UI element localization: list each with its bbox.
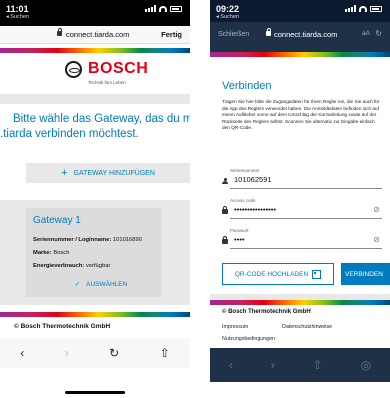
home-indicator bbox=[270, 391, 330, 394]
footer-color-stripe bbox=[0, 312, 190, 317]
footer-copyright: © Bosch Thermotechnik GmbH bbox=[14, 323, 111, 330]
checkmark-icon: ✓ bbox=[74, 281, 81, 288]
field-label: Passwort bbox=[230, 228, 249, 233]
password-field[interactable]: Passwort •••• ⊘ bbox=[222, 228, 382, 250]
connect-button[interactable]: VERBINDEN bbox=[341, 263, 390, 285]
field-label: Access code bbox=[230, 198, 256, 203]
hide-password-icon[interactable]: ⊘ bbox=[373, 205, 380, 214]
status-indicators bbox=[145, 5, 182, 12]
back-arrow-icon[interactable]: ‹ bbox=[20, 346, 24, 360]
terms-link[interactable]: Nutzungsbedingungen bbox=[222, 336, 275, 342]
lock-icon bbox=[222, 236, 228, 246]
access-code-field[interactable]: Access code •••••••••••••••• ⊘ bbox=[222, 198, 382, 220]
battery-icon bbox=[370, 5, 382, 12]
serial-value: 101016890 bbox=[112, 237, 142, 243]
brand-row: Marke: Bosch bbox=[33, 250, 69, 256]
signal-icon bbox=[345, 5, 356, 12]
user-icon bbox=[222, 176, 228, 186]
gray-divider bbox=[0, 94, 190, 104]
forward-arrow-icon[interactable]: › bbox=[65, 346, 69, 360]
back-to-app-link[interactable]: ◂ Suchen bbox=[6, 14, 29, 20]
compass-icon[interactable]: ◎ bbox=[361, 358, 371, 372]
plus-icon: + bbox=[61, 167, 68, 179]
bosch-armature-icon bbox=[65, 60, 82, 78]
battery-icon bbox=[170, 5, 182, 12]
wifi-icon bbox=[159, 5, 167, 12]
brand-color-stripe bbox=[0, 48, 190, 53]
screenshot-stage: 11:01 ◂ Suchen connect.tiarda.com Fertig… bbox=[0, 0, 390, 398]
serial-row: Seriennummer / Loginname: 101016890 bbox=[33, 237, 142, 243]
page-title: Verbinden bbox=[222, 80, 272, 92]
heading-line-1: Bitte wähle das Gateway, das du mit bbox=[13, 113, 190, 125]
serial-number-field[interactable]: Seriennummer 101062591 bbox=[222, 168, 382, 190]
footer-copyright: © Bosch Thermotechnik GmbH bbox=[222, 309, 311, 315]
url-text[interactable]: connect.tiarda.com bbox=[66, 30, 129, 39]
serial-label: Seriennummer / Loginname: bbox=[33, 237, 112, 243]
brand-label: Marke: bbox=[33, 250, 52, 256]
qr-code-icon bbox=[312, 269, 322, 279]
footer-color-stripe bbox=[210, 300, 390, 305]
privacy-link[interactable]: Datenschutzhinweise bbox=[282, 324, 332, 330]
wifi-icon bbox=[359, 5, 367, 12]
status-time: 11:01 bbox=[6, 4, 29, 14]
left-phone-screen: 11:01 ◂ Suchen connect.tiarda.com Fertig… bbox=[0, 0, 190, 398]
page-heading: Bitte wähle das Gateway, das du mit .tia… bbox=[0, 112, 190, 142]
brand-color-stripe bbox=[210, 52, 390, 57]
lock-icon bbox=[57, 28, 62, 36]
back-arrow-icon[interactable]: ‹ bbox=[229, 358, 233, 372]
select-label: AUSWÄHLEN bbox=[86, 280, 128, 288]
brand-tagline: Technik fürs Leben bbox=[88, 80, 126, 85]
text-size-button[interactable]: aA bbox=[362, 30, 370, 37]
home-indicator bbox=[65, 391, 125, 394]
reload-icon[interactable]: ↻ bbox=[109, 346, 119, 360]
forward-arrow-icon[interactable]: › bbox=[271, 358, 275, 372]
lock-icon bbox=[222, 206, 228, 216]
bosch-logo: BOSCH bbox=[65, 60, 148, 78]
url-text[interactable]: connect.tiarda.com bbox=[274, 30, 337, 39]
energy-row: Energieverbrauch: verfügbar bbox=[33, 263, 110, 269]
upload-qr-code-button[interactable]: QR-CODE HOCHLADEN bbox=[222, 263, 334, 285]
back-to-app-link[interactable]: ◂ Suchen bbox=[216, 14, 239, 20]
field-underline bbox=[230, 188, 382, 189]
imprint-link[interactable]: Impressum bbox=[222, 324, 248, 330]
browser-toolbar: ‹ › ↻ ⇧ bbox=[0, 338, 190, 368]
brand-value: Bosch bbox=[53, 250, 70, 256]
hide-password-icon[interactable]: ⊘ bbox=[373, 235, 380, 244]
field-underline bbox=[230, 248, 382, 249]
done-button[interactable]: Fertig bbox=[161, 30, 182, 39]
share-icon[interactable]: ⇧ bbox=[313, 358, 323, 372]
reload-icon[interactable]: ↻ bbox=[375, 29, 382, 38]
browser-url-bar[interactable]: connect.tiarda.com Fertig bbox=[0, 26, 190, 44]
right-phone-screen: 09:22 ◂ Suchen Schließen connect.tiarda.… bbox=[210, 0, 390, 398]
browser-toolbar: ‹ › ⇧ ◎ bbox=[210, 348, 390, 382]
field-value[interactable]: 101062591 bbox=[234, 175, 272, 184]
field-value[interactable]: •••••••••••••••• bbox=[234, 205, 276, 214]
share-icon[interactable]: ⇧ bbox=[160, 346, 170, 360]
status-time: 09:22 bbox=[216, 4, 240, 14]
signal-icon bbox=[145, 5, 156, 12]
energy-label: Energieverbrauch: bbox=[33, 263, 85, 269]
heading-line-2: .tiarda verbinden möchtest. bbox=[0, 128, 139, 140]
add-gateway-label: GATEWAY HINZUFÜGEN bbox=[73, 169, 155, 177]
add-gateway-button[interactable]: + GATEWAY HINZUFÜGEN bbox=[26, 163, 190, 183]
field-value[interactable]: •••• bbox=[234, 235, 245, 244]
select-gateway-button[interactable]: ✓ AUSWÄHLEN bbox=[46, 280, 156, 289]
instructions-text: Tragen Sie hier bitte die Zugangsdaten f… bbox=[222, 99, 380, 130]
browser-url-bar[interactable]: Schließen connect.tiarda.com aA ↻ bbox=[210, 22, 390, 52]
close-button[interactable]: Schließen bbox=[218, 31, 249, 38]
brand-name: BOSCH bbox=[88, 60, 149, 77]
field-underline bbox=[230, 218, 382, 219]
lock-icon bbox=[266, 28, 271, 36]
status-indicators bbox=[345, 5, 382, 12]
field-label: Seriennummer bbox=[230, 168, 260, 173]
qr-button-label: QR-CODE HOCHLADEN bbox=[234, 270, 309, 278]
gateway-title: Gateway 1 bbox=[33, 215, 81, 226]
energy-value: verfügbar bbox=[85, 263, 111, 269]
